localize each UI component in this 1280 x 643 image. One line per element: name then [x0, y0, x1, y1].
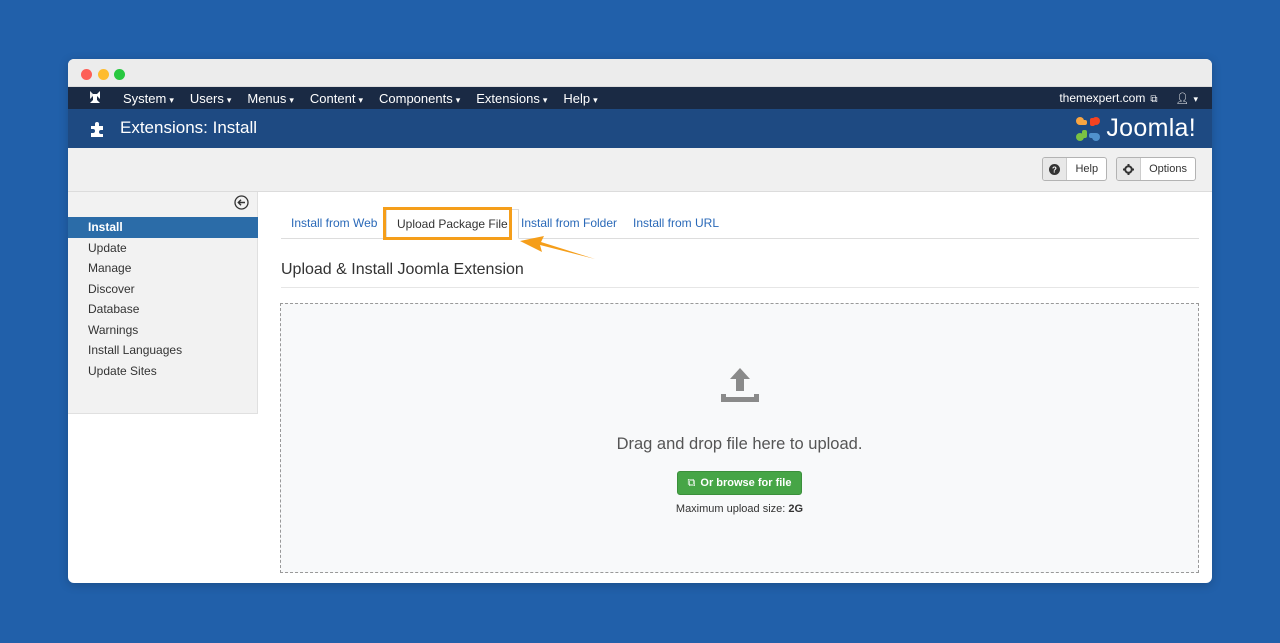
sidebar-item-update[interactable]: Update	[68, 238, 258, 259]
max-upload-label: Maximum upload size:	[675, 503, 786, 515]
menu-users[interactable]: Users ▾	[190, 91, 231, 106]
tab-install-from-web[interactable]: Install from Web	[291, 209, 377, 239]
joomla-menu-icon[interactable]	[88, 89, 102, 105]
minimize-window-button[interactable]	[98, 69, 109, 80]
sidebar: Install Update Manage Discover Database …	[68, 192, 258, 414]
joomla-logo-text: Joomla!	[1106, 114, 1196, 142]
menu-components-label: Components	[379, 90, 453, 106]
maximize-window-button[interactable]	[114, 69, 125, 80]
window-titlebar	[68, 59, 1212, 87]
sidebar-item-install-languages[interactable]: Install Languages	[68, 340, 258, 361]
admin-menu-bar: System ▾ Users ▾ Menus ▾ Content ▾ Component…	[123, 87, 614, 109]
menu-components[interactable]: Components ▾	[379, 91, 460, 106]
chevron-down-icon: ▾	[542, 94, 548, 105]
chevron-down-icon: ▾	[455, 94, 461, 105]
drop-instructions: Drag and drop file here to upload.	[616, 435, 863, 453]
copy-icon: ⧉	[687, 476, 696, 489]
browse-file-label: Or browse for file	[700, 477, 792, 489]
browser-window: System ▾ Users ▾ Menus ▾ Content ▾ Component…	[68, 59, 1212, 583]
help-button-label: Help	[1075, 163, 1099, 175]
toolbar: ? Help Options	[68, 148, 1212, 192]
menu-extensions-label: Extensions	[476, 90, 540, 106]
options-button-label: Options	[1149, 163, 1187, 175]
menu-help[interactable]: Help ▾	[563, 91, 597, 106]
page-title: Extensions: Install	[120, 118, 258, 137]
menu-menus[interactable]: Menus ▾	[247, 91, 294, 106]
menu-extensions[interactable]: Extensions ▾	[476, 91, 547, 106]
puzzle-icon	[91, 122, 103, 137]
chevron-down-icon: ▾	[358, 94, 363, 105]
chevron-down-icon: ▾	[289, 94, 294, 105]
options-button[interactable]: Options	[1116, 157, 1196, 181]
chevron-down-icon: ▾	[593, 94, 598, 105]
sidebar-item-install[interactable]: Install	[68, 217, 258, 238]
tab-install-from-url[interactable]: Install from URL	[633, 209, 719, 239]
browse-file-button[interactable]: ⧉ Or browse for file	[677, 471, 802, 495]
user-icon: 👤︎	[1175, 92, 1190, 105]
annotation-arrow-icon	[520, 236, 595, 259]
max-upload-size: Maximum upload size: 2G	[281, 503, 1198, 515]
menu-content-label: Content	[309, 90, 356, 106]
svg-text:?: ?	[1053, 165, 1058, 174]
chevron-down-icon: ▾	[226, 94, 232, 105]
collapse-sidebar-icon[interactable]	[234, 195, 249, 210]
chevron-down-icon: ▾	[169, 94, 174, 105]
question-circle-icon: ?	[1043, 158, 1068, 180]
upload-icon	[721, 368, 759, 402]
site-link-label: themexpert.com	[1059, 91, 1146, 105]
sidebar-item-database[interactable]: Database	[68, 299, 258, 320]
sidebar-item-discover[interactable]: Discover	[68, 279, 258, 300]
user-menu[interactable]: 👤︎ ▾	[1176, 92, 1199, 105]
divider	[281, 287, 1199, 288]
section-title: Upload & Install Joomla Extension	[281, 261, 524, 278]
external-link-icon: ⧉	[1150, 94, 1158, 105]
navbar-right: themexpert.com ⧉ 👤︎ ▾	[1059, 87, 1198, 109]
highlight-box	[383, 207, 512, 240]
menu-system-label: System	[123, 90, 167, 106]
close-window-button[interactable]	[81, 69, 92, 80]
menu-menus-label: Menus	[247, 90, 287, 106]
site-link[interactable]: themexpert.com ⧉	[1059, 91, 1157, 105]
admin-navbar: System ▾ Users ▾ Menus ▾ Content ▾ Component…	[68, 87, 1212, 109]
joomla-logo-icon	[1076, 116, 1101, 141]
menu-system[interactable]: System ▾	[123, 91, 174, 106]
menu-content[interactable]: Content ▾	[310, 91, 363, 106]
sidebar-list: Install Update Manage Discover Database …	[68, 217, 258, 381]
joomla-logo: Joomla!	[1073, 112, 1196, 145]
gear-icon	[1117, 158, 1142, 180]
chevron-down-icon: ▾	[1193, 93, 1198, 104]
upload-dropzone[interactable]: Drag and drop file here to upload. ⧉ Or …	[280, 303, 1199, 573]
menu-help-label: Help	[563, 90, 591, 106]
page-header: Extensions: Install Joomla!	[68, 109, 1212, 148]
menu-users-label: Users	[189, 90, 224, 106]
sidebar-item-warnings[interactable]: Warnings	[68, 320, 258, 341]
max-upload-value: 2G	[788, 503, 804, 515]
sidebar-item-update-sites[interactable]: Update Sites	[68, 361, 258, 382]
help-button[interactable]: ? Help	[1042, 157, 1108, 181]
sidebar-item-manage[interactable]: Manage	[68, 258, 258, 279]
